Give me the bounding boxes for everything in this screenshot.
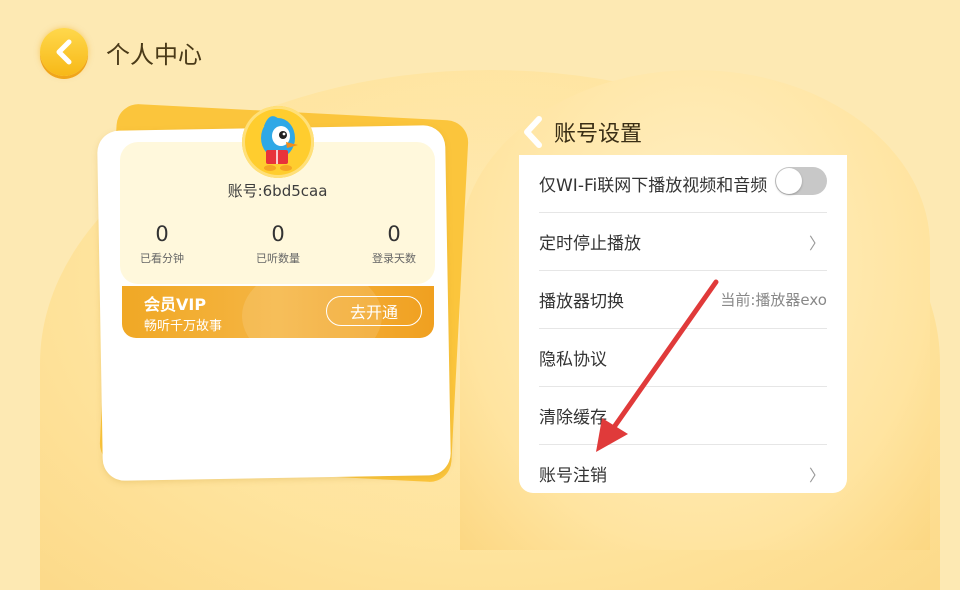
page-header: 个人中心 [40,28,202,76]
toggle-knob [776,168,802,194]
stat-label: 登录天数 [372,252,416,265]
stat-value: 0 [387,222,401,246]
setting-label: 隐私协议 [539,350,607,370]
back-button[interactable] [40,28,88,76]
chevron-right-icon: 〉 [808,233,825,253]
account-id: 账号:6bd5caa [227,182,328,200]
chevron-left-icon[interactable] [520,115,546,149]
settings-header: 账号设置 [520,112,642,152]
setting-delete-account[interactable]: 账号注销 〉 [539,445,827,493]
setting-player-switch[interactable]: 播放器切换 当前:播放器exo [539,271,827,329]
setting-label: 账号注销 [539,466,607,486]
vip-banner[interactable]: 会员VIP 畅听千万故事 去开通 [122,286,434,338]
setting-label: 播放器切换 [539,292,624,312]
avatar[interactable] [242,106,314,178]
activate-vip-button[interactable]: 去开通 [326,296,422,326]
settings-title: 账号设置 [554,122,643,147]
settings-list: 仅WI-Fi联网下播放视频和音频 定时停止播放 〉 播放器切换 当前:播放器ex… [519,155,847,493]
stat-value: 0 [271,222,285,246]
setting-label: 清除缓存 [539,408,607,428]
vip-subtitle: 畅听千万故事 [144,319,223,334]
chevron-right-icon: 〉 [808,465,825,485]
vip-title: 会员VIP [144,295,207,314]
chevron-left-icon [56,39,72,65]
setting-label: 定时停止播放 [539,234,641,254]
wifi-only-toggle[interactable] [775,167,827,195]
stat-label: 已看分钟 [140,252,184,265]
setting-privacy-policy[interactable]: 隐私协议 [539,329,827,387]
stat-listened-count: 0 已听数量 [228,222,328,266]
setting-sleep-timer[interactable]: 定时停止播放 〉 [539,213,827,271]
cartoon-bird-mascot-icon [261,116,298,171]
setting-value: 当前:播放器exo [720,291,827,309]
setting-clear-cache[interactable]: 清除缓存 [539,387,827,445]
setting-label-wrap: 仅WI-Fi联网下播放视频和音频 [539,171,779,196]
stat-value: 0 [155,222,169,246]
stat-login-days: 0 登录天数 [344,222,444,266]
setting-wifi-only[interactable]: 仅WI-Fi联网下播放视频和音频 [539,155,827,213]
page-title: 个人中心 [106,40,202,69]
setting-label: 仅WI-Fi联网下播放视频和音频 [539,176,768,196]
stat-watched-minutes: 0 已看分钟 [112,222,212,266]
stat-label: 已听数量 [256,252,300,265]
